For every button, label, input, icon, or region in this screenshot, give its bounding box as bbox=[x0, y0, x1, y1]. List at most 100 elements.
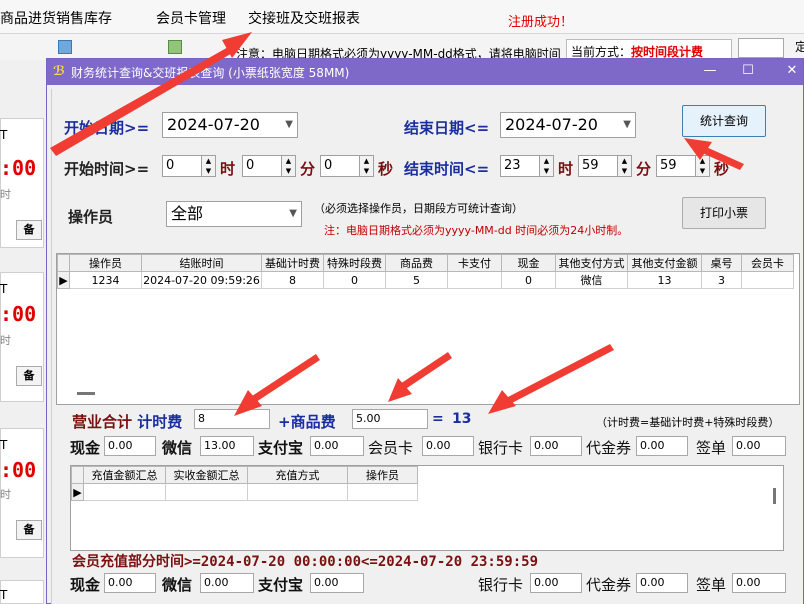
col-header[interactable]: 商品费 bbox=[385, 254, 448, 272]
sign-bill-field[interactable]: 0.00 bbox=[732, 573, 786, 593]
col-header[interactable]: 现金 bbox=[501, 254, 556, 272]
end-hour-spinner[interactable]: 23 ▲ ▼ bbox=[500, 155, 554, 177]
start-hour-value: 0 bbox=[166, 158, 175, 173]
hour-unit: 时 bbox=[220, 160, 236, 178]
end-minute-spinner[interactable]: 59 ▲ ▼ bbox=[578, 155, 632, 177]
menu-item-inventory[interactable]: 商品进货销售库存 bbox=[0, 8, 112, 28]
bg-side-button[interactable]: T bbox=[0, 438, 7, 452]
spin-arrows-icon[interactable]: ▲ ▼ bbox=[617, 156, 631, 176]
table-cell: 微信 bbox=[555, 271, 628, 289]
dialog-title-bar[interactable]: ℬ 财务统计查询&交班报表查询 (小票纸张宽度 58MM) — ☐ ✕ bbox=[47, 59, 803, 85]
alipay-field[interactable]: 0.00 bbox=[310, 436, 364, 456]
col-header[interactable]: 其他支付方式 bbox=[555, 254, 628, 272]
chevron-down-icon[interactable]: ▼ bbox=[623, 113, 631, 137]
h-scrollbar-thumb[interactable] bbox=[77, 392, 95, 395]
minimize-icon[interactable]: — bbox=[701, 63, 719, 79]
spin-arrows-icon[interactable]: ▲ ▼ bbox=[281, 156, 295, 176]
end-second-spinner[interactable]: 59 ▲ ▼ bbox=[656, 155, 710, 177]
query-button[interactable]: 统计查询 bbox=[682, 105, 766, 137]
start-second-spinner[interactable]: 0 ▲ ▼ bbox=[320, 155, 374, 177]
cash-field[interactable]: 0.00 bbox=[104, 573, 156, 593]
settlement-table[interactable]: 操作员 结账时间 基础计时费 特殊时段费 商品费 卡支付 现金 其他支付方式 其… bbox=[56, 253, 800, 405]
menu-item-member-card[interactable]: 会员卡管理 bbox=[156, 8, 226, 28]
start-minute-value: 0 bbox=[246, 158, 255, 173]
row-pointer-icon: ▶ bbox=[57, 271, 70, 289]
col-header[interactable]: 桌号 bbox=[701, 254, 742, 272]
start-second-value: 0 bbox=[324, 158, 333, 173]
col-header[interactable]: 卡支付 bbox=[447, 254, 502, 272]
bg-input[interactable] bbox=[738, 38, 784, 58]
table-cell: 13 bbox=[627, 271, 702, 289]
wechat-field[interactable]: 0.00 bbox=[200, 573, 254, 593]
col-header[interactable]: 操作员 bbox=[69, 254, 142, 272]
toolbar-icon[interactable] bbox=[168, 40, 182, 54]
table-cell: 3 bbox=[701, 271, 742, 289]
spin-arrows-icon[interactable]: ▲ ▼ bbox=[539, 156, 553, 176]
operator-select[interactable]: 全部 ▼ bbox=[166, 201, 302, 227]
maximize-icon[interactable]: ☐ bbox=[739, 63, 757, 79]
v-scrollbar-thumb[interactable] bbox=[773, 488, 776, 504]
close-icon[interactable]: ✕ bbox=[783, 63, 801, 79]
menu-item-shift-report[interactable]: 交接班及交班报表 bbox=[248, 8, 360, 28]
col-header[interactable]: 操作员 bbox=[347, 466, 418, 484]
start-hour-spinner[interactable]: 0 ▲ ▼ bbox=[162, 155, 216, 177]
spin-arrows-icon[interactable]: ▲ ▼ bbox=[359, 156, 373, 176]
chevron-down-icon[interactable]: ▼ bbox=[289, 202, 297, 226]
wechat-label: 微信 bbox=[162, 576, 193, 594]
bg-spare-button[interactable]: 备 bbox=[16, 220, 42, 240]
bank-card-field[interactable]: 0.00 bbox=[530, 436, 582, 456]
alipay-label: 支付宝 bbox=[258, 576, 304, 594]
sign-bill-label: 签单 bbox=[696, 576, 727, 594]
col-header[interactable]: 其他支付金额 bbox=[627, 254, 702, 272]
bank-card-field[interactable]: 0.00 bbox=[530, 573, 582, 593]
toolbar-icon[interactable] bbox=[58, 40, 72, 54]
bg-timer: :00 bbox=[0, 458, 37, 482]
cash-label: 现金 bbox=[70, 576, 101, 594]
bg-side-button[interactable]: T bbox=[0, 128, 7, 142]
bg-timer: :00 bbox=[0, 156, 37, 180]
main-menu-bar: 商品进货销售库存 会员卡管理 交接班及交班报表 注册成功！ bbox=[0, 0, 804, 34]
time-fee-field[interactable]: 8 bbox=[194, 409, 270, 429]
table-cell bbox=[447, 271, 502, 289]
end-date-picker[interactable]: 2024-07-20 ▼ bbox=[500, 112, 636, 138]
recharge-table[interactable]: 充值金额汇总 实收金额汇总 充值方式 操作员 ▶ bbox=[70, 465, 784, 551]
hour-unit: 时 bbox=[558, 160, 574, 178]
start-minute-spinner[interactable]: 0 ▲ ▼ bbox=[242, 155, 296, 177]
chevron-down-icon[interactable]: ▼ bbox=[285, 113, 293, 137]
voucher-field[interactable]: 0.00 bbox=[636, 436, 688, 456]
bg-side-text: 时 bbox=[0, 334, 11, 347]
billing-method-display: 当前方式：按时间段计费 bbox=[566, 39, 732, 59]
bg-side-text: 时 bbox=[0, 488, 11, 501]
end-date-label: 结束日期<= bbox=[404, 119, 490, 137]
col-header[interactable]: 充值金额汇总 bbox=[83, 466, 166, 484]
bg-spare-button[interactable]: 备 bbox=[16, 366, 42, 386]
col-header[interactable]: 特殊时段费 bbox=[323, 254, 386, 272]
wechat-field[interactable]: 13.00 bbox=[200, 436, 254, 456]
billing-method-value: 按时间段计费 bbox=[631, 45, 704, 59]
bank-card-label: 银行卡 bbox=[478, 439, 524, 457]
bg-spare-button[interactable]: 备 bbox=[16, 520, 42, 540]
bg-side-button[interactable]: T bbox=[0, 282, 7, 296]
print-receipt-button[interactable]: 打印小票 bbox=[682, 197, 766, 229]
member-card-field[interactable]: 0.00 bbox=[422, 436, 474, 456]
sign-bill-field[interactable]: 0.00 bbox=[732, 436, 786, 456]
col-header[interactable]: 基础计时费 bbox=[261, 254, 324, 272]
voucher-field[interactable]: 0.00 bbox=[636, 573, 688, 593]
goods-fee-field[interactable]: 5.00 bbox=[352, 409, 428, 429]
table-row[interactable]: ▶ 1234 2024-07-20 09:59:26 8 0 5 0 微信 13… bbox=[57, 271, 794, 289]
cash-field[interactable]: 0.00 bbox=[104, 436, 156, 456]
table-row[interactable]: ▶ bbox=[71, 483, 418, 501]
start-time-label: 开始时间>= bbox=[64, 160, 150, 178]
col-header[interactable]: 实收金额汇总 bbox=[165, 466, 248, 484]
col-header[interactable]: 充值方式 bbox=[247, 466, 348, 484]
col-header[interactable]: 会员卡 bbox=[741, 254, 794, 272]
spin-arrows-icon[interactable]: ▲ ▼ bbox=[695, 156, 709, 176]
alipay-field[interactable]: 0.00 bbox=[310, 573, 364, 593]
table-cell: 0 bbox=[323, 271, 386, 289]
alipay-label: 支付宝 bbox=[258, 439, 304, 457]
bg-side-button[interactable]: T bbox=[0, 588, 7, 602]
table-header-row: 充值金额汇总 实收金额汇总 充值方式 操作员 bbox=[71, 466, 418, 484]
start-date-picker[interactable]: 2024-07-20 ▼ bbox=[162, 112, 298, 138]
col-header[interactable]: 结账时间 bbox=[141, 254, 262, 272]
spin-arrows-icon[interactable]: ▲ ▼ bbox=[201, 156, 215, 176]
